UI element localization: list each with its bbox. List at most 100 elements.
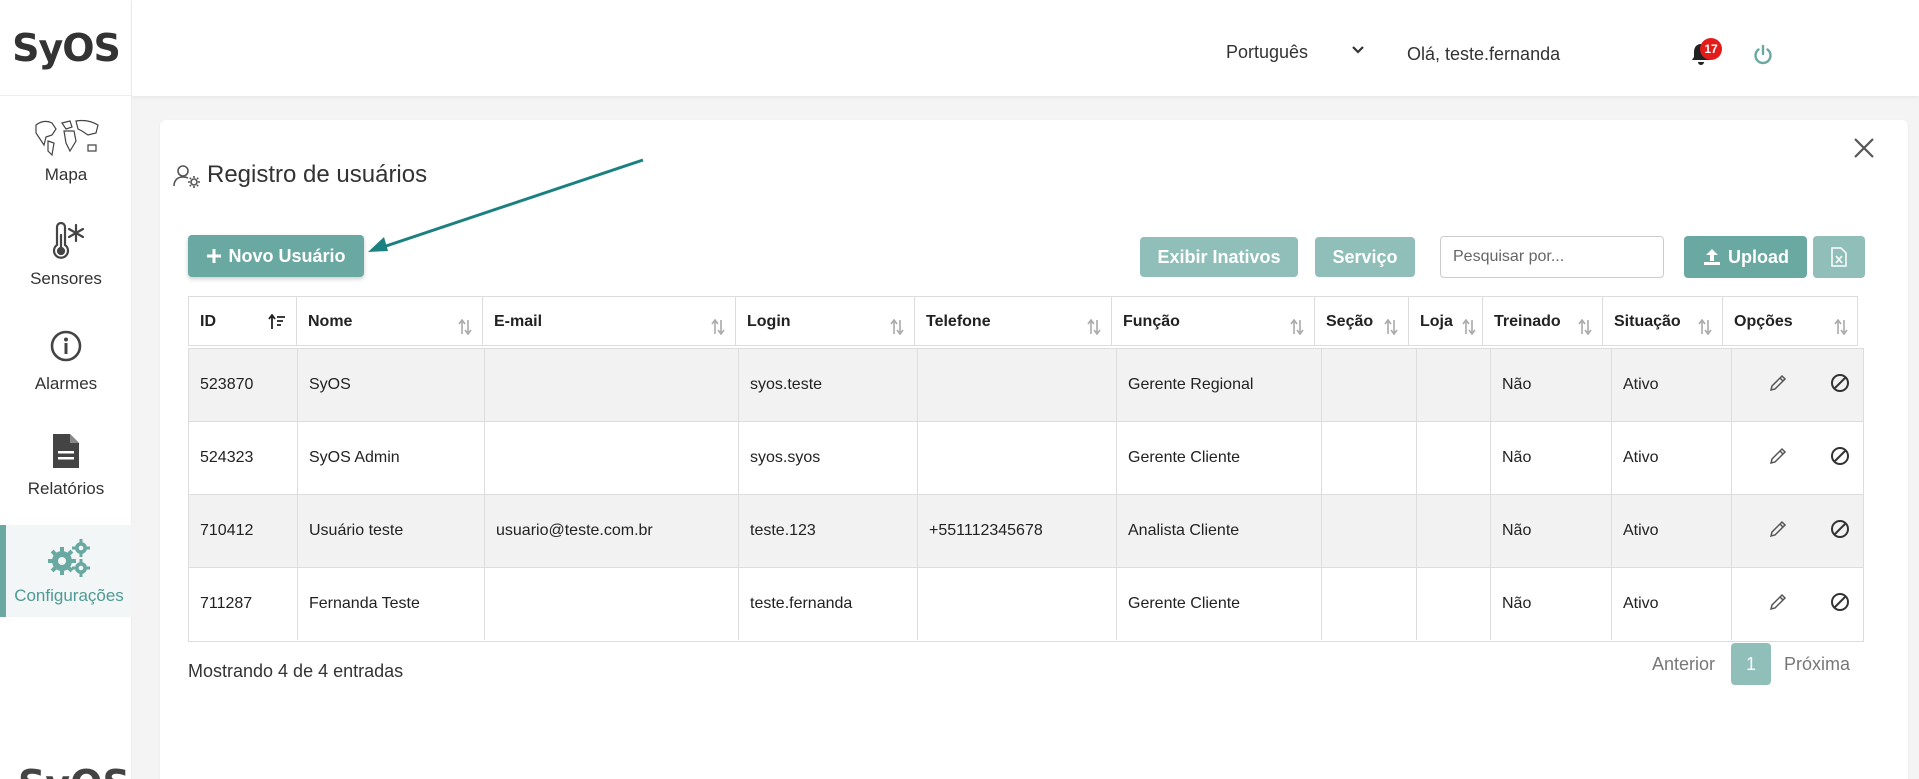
world-map-icon xyxy=(30,115,102,159)
new-user-label: Novo Usuário xyxy=(228,245,346,266)
cell-text: SyOS Admin xyxy=(309,449,400,466)
sort-icon xyxy=(1384,318,1398,340)
sort-icon xyxy=(458,318,472,340)
sort-icon xyxy=(890,318,904,340)
pagination-page-1[interactable]: 1 xyxy=(1731,643,1771,685)
sidebar-item-configuracoes[interactable]: Configurações xyxy=(0,525,132,617)
service-button[interactable]: Serviço xyxy=(1315,237,1415,277)
column-header-telefone[interactable]: Telefone xyxy=(915,297,1112,345)
logo-text: SyOS xyxy=(12,25,121,70)
cell-treinado: Não xyxy=(1491,495,1612,567)
sidebar-item-sensores[interactable]: Sensores xyxy=(0,208,132,300)
cell-telefone: +551112345678 xyxy=(918,495,1117,567)
cell-login: teste.123 xyxy=(739,495,918,567)
chevron-down-icon[interactable] xyxy=(1350,42,1366,63)
cell-opcoes xyxy=(1732,568,1863,640)
edit-pencil-icon[interactable] xyxy=(1768,446,1788,471)
app-logo[interactable]: SyOS xyxy=(0,0,132,96)
user-greeting[interactable]: Olá, teste.fernanda xyxy=(1407,44,1560,65)
cell-id: 524323 xyxy=(189,422,298,494)
cell-telefone xyxy=(918,349,1117,421)
notification-badge: 17 xyxy=(1700,38,1722,60)
deactivate-ban-icon[interactable] xyxy=(1830,446,1850,471)
export-excel-button[interactable] xyxy=(1813,236,1865,278)
column-label: Seção xyxy=(1326,313,1374,330)
close-icon[interactable] xyxy=(1852,136,1876,160)
cell-email xyxy=(485,568,739,640)
cell-loja xyxy=(1417,422,1491,494)
cell-text: syos.syos xyxy=(750,449,821,466)
edit-pencil-icon[interactable] xyxy=(1768,373,1788,398)
edit-pencil-icon[interactable] xyxy=(1768,592,1788,617)
cell-email xyxy=(485,422,739,494)
cell-opcoes xyxy=(1732,349,1863,421)
table-row[interactable]: 711287 Fernanda Teste teste.fernanda Ger… xyxy=(189,568,1863,641)
cell-text: Ativo xyxy=(1623,376,1659,393)
sidebar-item-alarmes[interactable]: Alarmes xyxy=(0,313,132,405)
column-header-id[interactable]: ID xyxy=(189,297,297,345)
column-label: Treinado xyxy=(1494,313,1561,330)
cell-text: Ativo xyxy=(1623,449,1659,466)
table-header: ID Nome E-mail Login Telefone Função Seç… xyxy=(188,296,1858,346)
cell-text: Ativo xyxy=(1623,595,1659,612)
column-header-funcao[interactable]: Função xyxy=(1112,297,1315,345)
cell-loja xyxy=(1417,495,1491,567)
column-header-opcoes[interactable]: Opções xyxy=(1723,297,1858,345)
column-header-secao[interactable]: Seção xyxy=(1315,297,1409,345)
cell-nome: SyOS xyxy=(298,349,485,421)
pagination-next[interactable]: Próxima xyxy=(1784,654,1850,675)
column-header-treinado[interactable]: Treinado xyxy=(1483,297,1603,345)
cell-text: Ativo xyxy=(1623,522,1659,539)
column-header-situacao[interactable]: Situação xyxy=(1603,297,1723,345)
sidebar-item-mapa[interactable]: Mapa xyxy=(0,104,132,196)
cell-text: Não xyxy=(1502,449,1532,466)
cell-secao xyxy=(1322,349,1417,421)
language-select[interactable]: Português xyxy=(1226,42,1308,63)
column-label: Login xyxy=(747,313,791,330)
cell-text: Gerente Cliente xyxy=(1128,595,1241,612)
table-row[interactable]: 523870 SyOS syos.teste Gerente Regional … xyxy=(189,349,1863,422)
deactivate-ban-icon[interactable] xyxy=(1830,519,1850,544)
show-inactive-button[interactable]: Exibir Inativos xyxy=(1140,237,1298,277)
power-icon[interactable] xyxy=(1752,44,1774,71)
upload-icon xyxy=(1702,247,1722,267)
cell-text: 710412 xyxy=(200,522,254,539)
cell-text: SyOS xyxy=(309,376,351,393)
new-user-button[interactable]: Novo Usuário xyxy=(188,235,364,277)
cell-secao xyxy=(1322,495,1417,567)
cell-text: Não xyxy=(1502,376,1532,393)
deactivate-ban-icon[interactable] xyxy=(1830,373,1850,398)
pagination-previous[interactable]: Anterior xyxy=(1652,654,1715,675)
user-settings-icon xyxy=(172,164,202,193)
column-header-nome[interactable]: Nome xyxy=(297,297,483,345)
sidebar-item-relatorios[interactable]: Relatórios xyxy=(0,418,132,510)
column-header-loja[interactable]: Loja xyxy=(1409,297,1483,345)
annotation-arrow xyxy=(368,158,644,252)
table-body: 523870 SyOS syos.teste Gerente Regional … xyxy=(188,348,1864,642)
gears-icon xyxy=(47,536,91,580)
cell-treinado: Não xyxy=(1491,349,1612,421)
cell-treinado: Não xyxy=(1491,568,1612,640)
upload-button[interactable]: Upload xyxy=(1684,236,1807,278)
sort-icon xyxy=(1087,318,1101,340)
column-label: Função xyxy=(1123,313,1180,330)
document-icon xyxy=(51,429,81,473)
cell-treinado: Não xyxy=(1491,422,1612,494)
cell-text: Fernanda Teste xyxy=(309,595,420,612)
sort-icon xyxy=(1462,318,1476,340)
cell-funcao: Gerente Cliente xyxy=(1117,568,1322,640)
deactivate-ban-icon[interactable] xyxy=(1830,592,1850,617)
table-row[interactable]: 524323 SyOS Admin syos.syos Gerente Clie… xyxy=(189,422,1863,495)
column-label: Loja xyxy=(1420,313,1453,330)
column-header-login[interactable]: Login xyxy=(736,297,915,345)
sort-icon xyxy=(1290,318,1304,340)
cell-opcoes xyxy=(1732,422,1863,494)
column-header-email[interactable]: E-mail xyxy=(483,297,736,345)
cell-login: syos.syos xyxy=(739,422,918,494)
cell-situacao: Ativo xyxy=(1612,422,1732,494)
table-row[interactable]: 710412 Usuário teste usuario@teste.com.b… xyxy=(189,495,1863,568)
cell-funcao: Gerente Regional xyxy=(1117,349,1322,421)
column-label: ID xyxy=(200,313,216,330)
edit-pencil-icon[interactable] xyxy=(1768,519,1788,544)
search-input[interactable] xyxy=(1440,236,1664,278)
